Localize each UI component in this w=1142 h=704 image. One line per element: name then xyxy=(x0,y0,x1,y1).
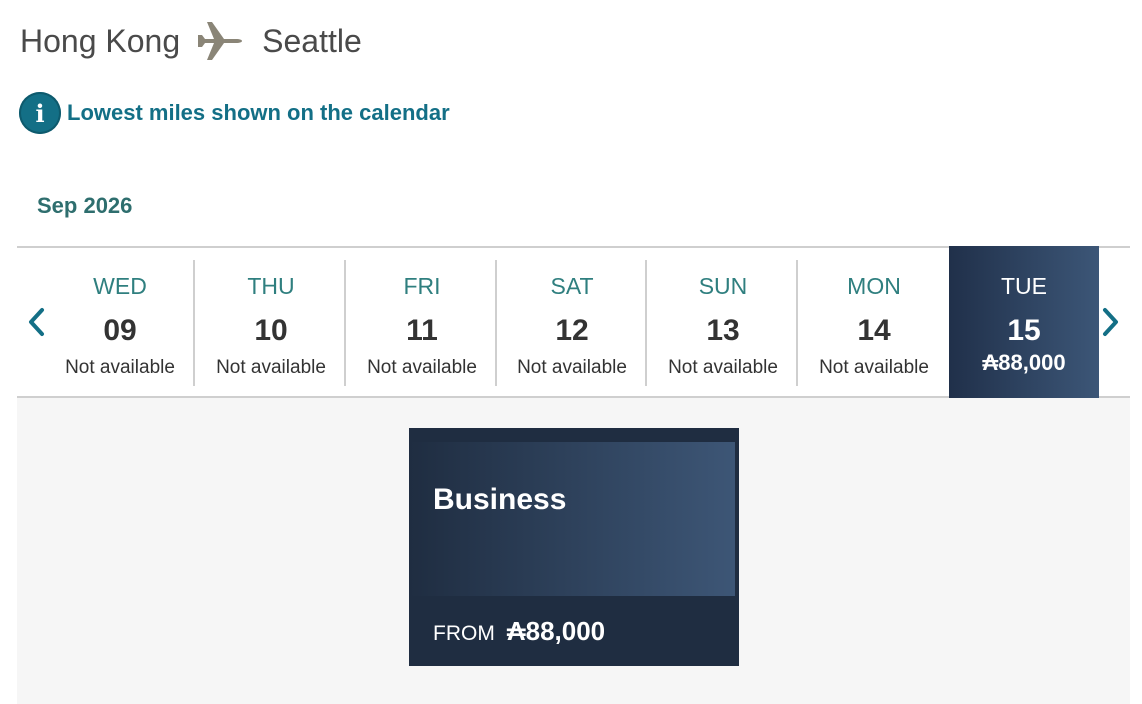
day-availability: Not available xyxy=(819,357,929,378)
lowest-miles-notice: i Lowest miles shown on the calendar xyxy=(19,92,450,134)
destination-city: Seattle xyxy=(262,22,362,59)
day-availability: Not available xyxy=(517,357,627,378)
day-availability: Not available xyxy=(65,357,175,378)
day-of-week: FRI xyxy=(403,273,441,299)
day-divider xyxy=(645,260,647,386)
fare-card-header xyxy=(409,442,735,596)
fare-card-price: FROM ₳88,000 xyxy=(433,616,605,647)
business-fare-card[interactable]: Business FROM ₳88,000 xyxy=(409,428,739,666)
day-cell-sat-12[interactable]: SAT 12 Not available xyxy=(497,248,647,396)
chevron-right-icon xyxy=(1103,308,1118,336)
day-number: 13 xyxy=(706,314,740,347)
day-availability: Not available xyxy=(367,357,477,378)
day-cell-thu-10[interactable]: THU 10 Not available xyxy=(196,248,346,396)
day-cell-wed-09[interactable]: WED 09 Not available xyxy=(45,248,195,396)
day-divider xyxy=(796,260,798,386)
origin-city: Hong Kong xyxy=(20,22,181,59)
day-cell-fri-11[interactable]: FRI 11 Not available xyxy=(347,248,497,396)
next-dates-button[interactable] xyxy=(1090,248,1130,396)
day-availability: Not available xyxy=(668,357,778,378)
miles-price: ₳88,000 xyxy=(506,616,606,646)
day-number: 11 xyxy=(406,314,438,347)
day-divider xyxy=(193,260,195,386)
day-of-week: THU xyxy=(247,273,295,299)
day-of-week: SUN xyxy=(698,273,748,299)
day-cell-tue-15-selected[interactable]: TUE 15 ₳88,000 xyxy=(949,246,1099,398)
day-cell-sun-13[interactable]: SUN 13 Not available xyxy=(648,248,798,396)
day-number: 15 xyxy=(1007,314,1041,347)
month-label: Sep 2026 xyxy=(37,193,133,218)
day-number: 09 xyxy=(103,314,137,347)
route-header: Hong Kong Seattle xyxy=(20,18,362,64)
day-lowest-miles: ₳88,000 xyxy=(982,350,1066,375)
from-label: FROM xyxy=(433,622,495,645)
day-number: 12 xyxy=(555,314,589,347)
date-calendar-strip: WED 09 Not available THU 10 Not availabl… xyxy=(17,246,1130,398)
day-of-week: TUE xyxy=(1001,273,1047,299)
day-number: 14 xyxy=(857,314,891,347)
day-of-week: WED xyxy=(93,273,147,299)
airplane-icon xyxy=(196,18,244,64)
notice-text: Lowest miles shown on the calendar xyxy=(67,100,450,125)
day-of-week: SAT xyxy=(550,273,594,299)
day-divider xyxy=(344,260,346,386)
day-availability: Not available xyxy=(216,357,326,378)
day-cell-mon-14[interactable]: MON 14 Not available xyxy=(799,248,949,396)
day-of-week: MON xyxy=(847,273,901,299)
cabin-class-title: Business xyxy=(433,483,567,516)
info-icon[interactable]: i xyxy=(19,92,61,134)
day-number: 10 xyxy=(254,314,288,347)
